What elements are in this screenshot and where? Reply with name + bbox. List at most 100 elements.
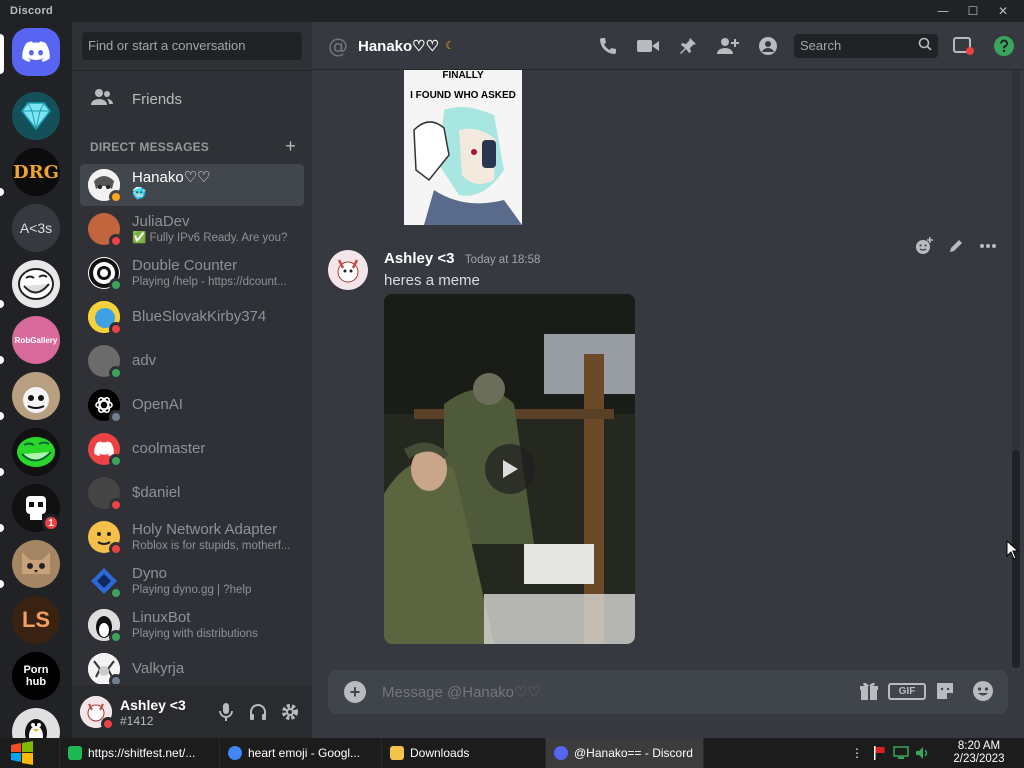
message-scrollbar[interactable] [1012, 70, 1020, 668]
server-trollgreen[interactable] [12, 428, 60, 476]
taskbar-spacer [44, 738, 60, 768]
taskbar-item-chrome[interactable]: heart emoji - Googl... [220, 738, 382, 768]
mouse-cursor-icon [1006, 540, 1020, 560]
status-dnd-indicator [109, 322, 123, 336]
find-conversation-button[interactable]: Find or start a conversation [82, 32, 302, 60]
taskbar-item-discord[interactable]: @Hanako== - Discord [546, 738, 704, 768]
maximize-button[interactable]: ☐ [958, 0, 988, 22]
dm-item-openai[interactable]: OpenAI [80, 384, 304, 426]
dm-item-daniel[interactable]: $daniel [80, 472, 304, 514]
friends-button[interactable]: Friends [80, 78, 304, 120]
edit-pencil-icon[interactable] [940, 234, 972, 258]
status-online-indicator [109, 630, 123, 644]
server-sans[interactable] [12, 372, 60, 420]
server-cat[interactable] [12, 540, 60, 588]
dm-custom-status-emoji: 🥶 [132, 188, 147, 200]
title-bar: Discord — ☐ ✕ [0, 0, 1024, 22]
status-offline-indicator [109, 410, 123, 424]
gif-button[interactable]: GIF [888, 680, 926, 702]
unread-indicator [0, 300, 4, 308]
taskbar-item-browser-1[interactable]: https://shitfest.net/... [60, 738, 220, 768]
search-input[interactable]: Search [794, 34, 938, 58]
server-robgallery[interactable]: RobGallery [12, 316, 60, 364]
attached-image[interactable]: FINALLY I FOUND WHO ASKED [404, 70, 522, 225]
microphone-icon[interactable] [210, 700, 242, 724]
dm-item-linuxbot[interactable]: LinuxBot Playing with distributions [80, 604, 304, 646]
play-button[interactable] [485, 444, 535, 494]
flag-icon[interactable] [868, 746, 890, 760]
dm-item-hanako[interactable]: Hanako♡♡ 🥶 [80, 164, 304, 206]
emoji-icon[interactable] [964, 680, 1002, 702]
windows-logo-icon [11, 741, 33, 765]
sticker-icon[interactable] [926, 680, 964, 702]
chat-header: @ Hanako♡♡ ☾ Search [312, 22, 1024, 70]
pin-icon[interactable] [668, 37, 708, 55]
dm-item-double-counter[interactable]: Double Counter Playing /help - https://dc… [80, 252, 304, 294]
dm-item-holy-network-adapter[interactable]: Holy Network Adapter Roblox is for stupid… [80, 516, 304, 558]
server-troll[interactable] [12, 260, 60, 308]
gif-label: GIF [888, 682, 926, 700]
avatar [88, 565, 123, 600]
friends-label: Friends [132, 90, 183, 108]
video-attachment[interactable] [384, 294, 635, 644]
message-author[interactable]: Ashley <3 [384, 250, 454, 267]
add-reaction-icon[interactable] [908, 234, 940, 258]
create-dm-button[interactable]: + [285, 136, 296, 157]
user-profile-icon[interactable] [748, 36, 788, 56]
taskbar-item-explorer[interactable]: Downloads [382, 738, 546, 768]
headphones-icon[interactable] [242, 700, 274, 724]
attach-plus-icon[interactable]: + [344, 681, 366, 703]
user-avatar[interactable] [80, 696, 115, 731]
divider [72, 70, 312, 71]
more-options-icon[interactable] [972, 234, 1004, 258]
help-icon[interactable] [984, 36, 1024, 56]
avatar [88, 345, 123, 380]
avatar [88, 433, 123, 468]
dm-item-coolmaster[interactable]: coolmaster [80, 428, 304, 470]
add-friend-icon[interactable] [708, 37, 748, 55]
close-button[interactable]: ✕ [988, 0, 1018, 22]
volume-icon[interactable] [912, 746, 934, 760]
message-author-avatar[interactable] [328, 250, 368, 290]
network-icon[interactable] [890, 746, 912, 760]
window-controls: — ☐ ✕ [928, 0, 1018, 22]
gift-icon[interactable] [850, 680, 888, 702]
dm-item-blueslovakkirby[interactable]: BlueSlovakKirby374 [80, 296, 304, 338]
chat-title[interactable]: Hanako♡♡ [358, 37, 439, 55]
home-button[interactable] [12, 28, 60, 76]
taskbar-item-label: @Hanako== - Discord [574, 746, 693, 760]
gear-icon[interactable] [274, 700, 306, 724]
voice-call-icon[interactable] [588, 36, 628, 56]
dm-name: JuliaDev [132, 213, 190, 230]
status-online-indicator [109, 454, 123, 468]
dm-name: Holy Network Adapter [132, 521, 278, 538]
message-input[interactable]: Message @Hanako♡♡ [382, 683, 541, 701]
start-button[interactable] [0, 738, 44, 768]
user-panel: Ashley <3 #1412 [72, 686, 312, 738]
dm-item-valkyrja[interactable]: Valkyrja [80, 648, 304, 684]
unread-indicator [0, 356, 4, 364]
dm-item-juliadev[interactable]: JuliaDev ✅ Fully IPv6 Ready. Are you? [80, 208, 304, 250]
more-icon[interactable]: ⋮ [846, 746, 868, 760]
server-ls[interactable]: LS [12, 596, 60, 644]
user-name: Ashley <3 [120, 696, 186, 713]
dm-item-adv[interactable]: adv [80, 340, 304, 382]
dm-item-dyno[interactable]: Dyno Playing dyno.gg | ?help [80, 560, 304, 602]
inbox-icon[interactable] [944, 36, 984, 56]
anime-character-image [413, 106, 522, 225]
clock-date: 2/23/2023 [953, 753, 1005, 765]
diamond-icon [21, 102, 51, 131]
server-drg[interactable]: DRG [12, 148, 60, 196]
skull-face-icon [23, 387, 49, 413]
video-call-icon[interactable] [628, 38, 668, 54]
dm-status-text: Playing with distributions [132, 628, 258, 640]
server-a3s[interactable]: A<3s [12, 204, 60, 252]
server-diamond[interactable] [12, 92, 60, 140]
minimize-button[interactable]: — [928, 0, 958, 22]
message-header: Ashley <3 Today at 18:58 [384, 250, 540, 268]
server-penguin[interactable] [12, 708, 60, 738]
clock[interactable]: 8:20 AM 2/23/2023 [934, 740, 1024, 766]
server-ph[interactable]: Porn hub [12, 652, 60, 700]
friends-icon [90, 87, 122, 111]
clock-time: 8:20 AM [957, 740, 1001, 752]
